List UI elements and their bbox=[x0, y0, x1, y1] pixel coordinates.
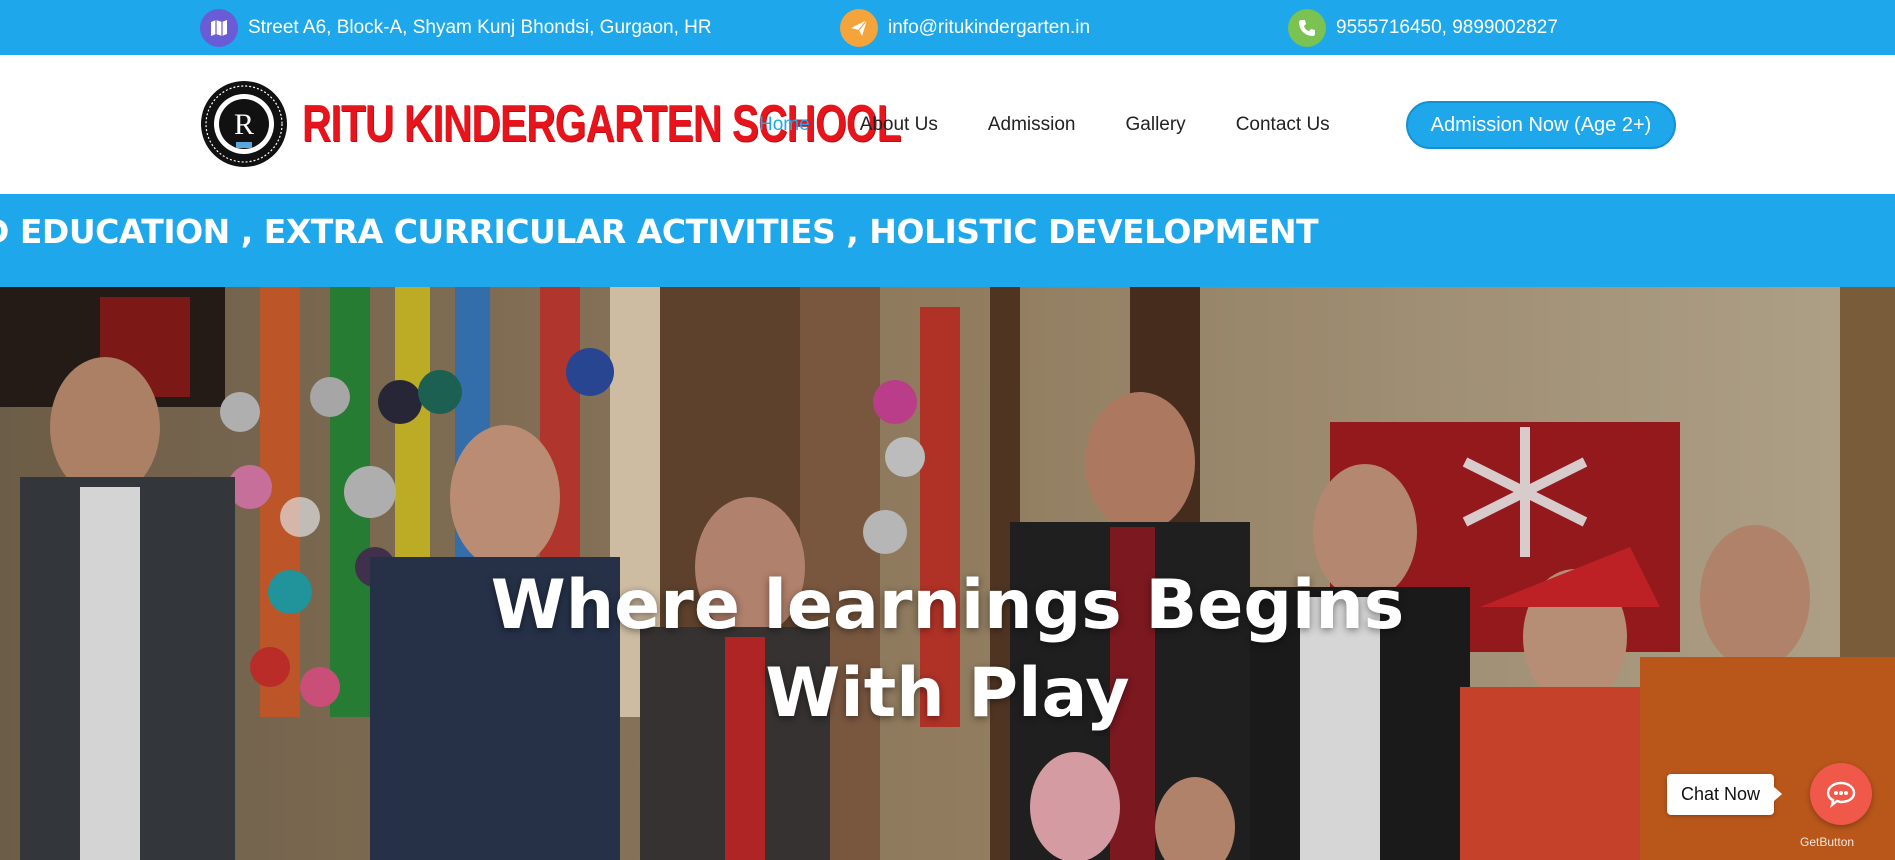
address-text: Street A6, Block-A, Shyam Kunj Bhondsi, … bbox=[248, 16, 712, 38]
nav-contact-us[interactable]: Contact Us bbox=[1236, 114, 1330, 136]
nav-about-us[interactable]: About Us bbox=[860, 114, 938, 136]
site-header: R RITU KINDERGARTEN SCHOOL Home About Us… bbox=[0, 55, 1895, 194]
hero-section: Where learnings Begins With Play bbox=[0, 287, 1895, 860]
chat-bubble-icon bbox=[1826, 781, 1856, 808]
phone-info[interactable]: 9555716450, 9899002827 bbox=[1288, 0, 1558, 55]
email-info[interactable]: info@ritukindergarten.in bbox=[840, 0, 1090, 55]
getbutton-credit[interactable]: GetButton bbox=[1800, 835, 1854, 849]
top-info-bar: Street A6, Block-A, Shyam Kunj Bhondsi, … bbox=[0, 0, 1895, 55]
chat-now-label[interactable]: Chat Now bbox=[1667, 774, 1783, 815]
admission-now-button[interactable]: Admission Now (Age 2+) bbox=[1406, 101, 1676, 149]
marquee-text: D EDUCATION , EXTRA CURRICULAR ACTIVITIE… bbox=[0, 212, 1319, 251]
main-nav: Home About Us Admission Gallery Contact … bbox=[759, 55, 1380, 194]
svg-text:R: R bbox=[234, 108, 254, 141]
nav-gallery[interactable]: Gallery bbox=[1126, 114, 1186, 136]
map-icon bbox=[200, 8, 238, 47]
chat-button[interactable] bbox=[1810, 763, 1872, 825]
phone-icon bbox=[1288, 8, 1326, 47]
school-emblem-icon: R bbox=[201, 81, 287, 167]
address-info: Street A6, Block-A, Shyam Kunj Bhondsi, … bbox=[200, 0, 712, 55]
nav-admission[interactable]: Admission bbox=[988, 114, 1076, 136]
announcement-marquee: D EDUCATION , EXTRA CURRICULAR ACTIVITIE… bbox=[0, 194, 1895, 287]
paper-plane-icon bbox=[840, 8, 878, 47]
hero-title-line1: Where learnings Begins bbox=[490, 566, 1405, 645]
hero-title-line2: With Play bbox=[765, 654, 1130, 733]
email-link[interactable]: info@ritukindergarten.in bbox=[888, 17, 1090, 39]
hero-title: Where learnings Begins With Play bbox=[0, 562, 1895, 738]
nav-home[interactable]: Home bbox=[759, 114, 810, 136]
phone-text[interactable]: 9555716450, 9899002827 bbox=[1336, 17, 1558, 39]
